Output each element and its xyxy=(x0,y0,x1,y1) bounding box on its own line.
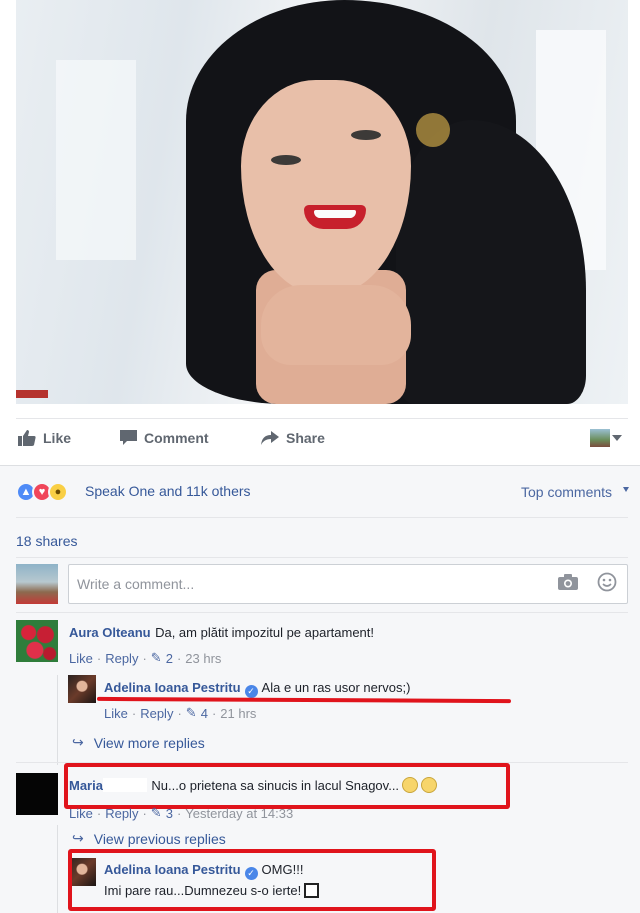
comment-like-link[interactable]: Like xyxy=(69,806,93,821)
camera-icon[interactable] xyxy=(558,574,578,590)
reply-text: Ala e un ras usor nervos;) xyxy=(261,680,411,695)
reply-reply-link[interactable]: Reply xyxy=(140,706,173,721)
reply-avatar[interactable] xyxy=(68,675,96,703)
annotation-box xyxy=(64,763,510,809)
reply-arrow-icon: ↪ xyxy=(72,830,84,846)
comment-timestamp[interactable]: 23 hrs xyxy=(185,651,221,666)
page-avatar xyxy=(590,429,610,447)
annotation-box xyxy=(68,849,436,911)
view-more-replies-link[interactable]: ↪ View more replies xyxy=(72,734,205,751)
divider xyxy=(16,557,628,558)
verified-badge-icon: ✓ xyxy=(244,685,258,698)
like-label: Like xyxy=(43,430,72,446)
sort-comments-dropdown[interactable]: Top comments xyxy=(521,484,612,500)
divider xyxy=(16,612,628,613)
comment-reply-link[interactable]: Reply xyxy=(105,651,138,666)
reply-meta: Like · Reply · ✎ 4 · 21 hrs xyxy=(104,705,257,721)
chevron-down-icon xyxy=(612,435,622,441)
comment-input-placeholder: Write a comment... xyxy=(77,576,195,592)
view-previous-replies-link[interactable]: ↪ View previous replies xyxy=(72,830,226,847)
divider xyxy=(16,517,628,518)
thread-line xyxy=(57,675,58,765)
commenter-avatar[interactable] xyxy=(16,620,58,662)
thumbs-up-icon: ✎ xyxy=(150,650,162,665)
comment-meta: Like · Reply · ✎ 2 · 23 hrs xyxy=(69,650,222,666)
comment-label: Comment xyxy=(144,430,209,446)
comment-button[interactable]: Comment xyxy=(120,430,209,446)
reactions-summary[interactable]: Speak One and 11k others xyxy=(85,483,251,499)
comment-like-count[interactable]: 3 xyxy=(166,806,173,821)
reply-like-count[interactable]: 4 xyxy=(201,706,208,721)
post-photo[interactable] xyxy=(16,0,628,404)
share-label: Share xyxy=(286,430,325,446)
share-button[interactable]: Share xyxy=(261,430,325,446)
comment: Aura Olteanu Da, am plătit impozitul pe … xyxy=(69,624,374,642)
photo-background xyxy=(56,60,136,260)
photo-spot xyxy=(416,113,450,147)
share-arrow-icon xyxy=(261,431,279,445)
reply-timestamp[interactable]: 21 hrs xyxy=(220,706,256,721)
reply-author[interactable]: Adelina Ioana Pestritu xyxy=(104,680,241,695)
user-avatar xyxy=(16,564,58,604)
photo-eye xyxy=(271,155,301,165)
comment-reply-link[interactable]: Reply xyxy=(105,806,138,821)
reply-like-link[interactable]: Like xyxy=(104,706,128,721)
shares-link[interactable]: 18 shares xyxy=(16,533,77,549)
reply: Adelina Ioana Pestritu ✓ Ala e un ras usor… xyxy=(104,679,410,698)
comment-like-link[interactable]: Like xyxy=(69,651,93,666)
comment-timestamp[interactable]: Yesterday at 14:33 xyxy=(185,806,293,821)
audience-selector[interactable] xyxy=(590,428,628,448)
view-previous-replies-label: View previous replies xyxy=(93,830,226,847)
commenter-avatar[interactable] xyxy=(16,773,58,815)
photo-hand xyxy=(261,285,411,365)
view-more-replies-label: View more replies xyxy=(93,734,205,751)
photo-eye xyxy=(351,130,381,140)
comment-icon xyxy=(120,430,137,445)
comment-text: Da, am plătit impozitul pe apartament! xyxy=(155,625,375,640)
reply-arrow-icon: ↪ xyxy=(72,734,84,750)
comment-author[interactable]: Aura Olteanu xyxy=(69,625,151,640)
like-button[interactable]: Like xyxy=(18,430,71,446)
thread-line xyxy=(57,825,58,913)
wow-reaction-icon: ● xyxy=(48,482,68,502)
photo-watermark xyxy=(16,390,48,398)
emoji-icon[interactable] xyxy=(597,572,617,592)
chevron-down-icon xyxy=(623,487,629,492)
reaction-icons[interactable]: ▲ ♥ ● xyxy=(16,482,68,502)
photo-teeth xyxy=(314,210,356,218)
thumbs-up-icon: ✎ xyxy=(185,705,197,720)
comment-meta: Like · Reply · ✎ 3 · Yesterday at 14:33 xyxy=(69,805,294,821)
thumbs-up-icon: ✎ xyxy=(150,805,162,820)
thumbs-up-icon xyxy=(18,430,36,446)
comment-like-count[interactable]: 2 xyxy=(166,651,173,666)
